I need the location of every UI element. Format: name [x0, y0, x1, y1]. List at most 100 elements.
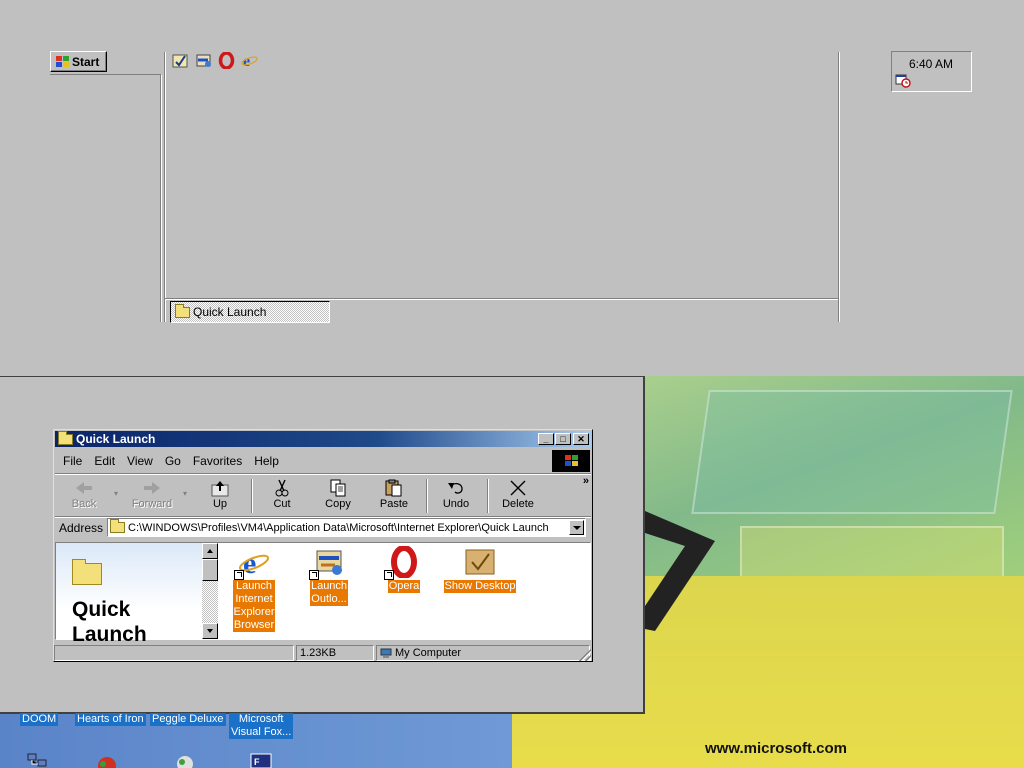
opera-icon[interactable] — [218, 51, 235, 70]
status-pane-info — [54, 645, 294, 661]
taskbar-separator — [839, 52, 840, 322]
file-label: Opera — [387, 580, 421, 593]
show-desktop-icon[interactable] — [172, 52, 189, 69]
desktop-icon-label: Hearts of Iron — [75, 713, 146, 726]
paste-icon — [383, 479, 405, 497]
task-button-label: Quick Launch — [193, 305, 267, 319]
window-title: Quick Launch — [76, 432, 156, 446]
close-button[interactable]: ✕ — [573, 433, 589, 445]
file-label-line: Launch — [235, 580, 273, 592]
up-label: Up — [212, 498, 228, 510]
taskbar-area: Start e Quick Launch 6:40 AM — [0, 0, 1024, 376]
game-icon[interactable] — [96, 752, 118, 768]
status-pane-size: 1.23KB — [296, 645, 374, 661]
status-bar: 1.23KB My Computer — [54, 644, 592, 662]
web-view-panel: Quick Launch — [56, 543, 202, 646]
folder-icon — [72, 559, 102, 585]
outlook-express-icon — [309, 546, 345, 580]
undo-label: Undo — [442, 498, 470, 510]
network-icon[interactable] — [26, 752, 48, 768]
visual-foxpro-icon[interactable]: F — [250, 752, 272, 768]
file-label: Show Desktop — [443, 580, 517, 593]
undo-icon — [445, 479, 467, 497]
scroll-up-button[interactable] — [202, 543, 218, 559]
scroll-down-button[interactable] — [202, 623, 218, 639]
show-desktop-icon — [464, 546, 496, 578]
web-view-title: Quick Launch — [72, 597, 147, 647]
delete-button[interactable]: Delete — [493, 477, 543, 513]
copy-button[interactable]: Copy — [313, 477, 363, 513]
copy-icon — [327, 479, 349, 497]
back-button[interactable]: Back — [59, 477, 109, 513]
file-label-line: Outlo... — [311, 593, 347, 605]
toolbar-divider — [426, 479, 427, 513]
toolbar-overflow-chevron-icon[interactable]: » — [583, 475, 589, 487]
menu-edit[interactable]: Edit — [88, 454, 121, 468]
folder-icon — [58, 430, 73, 445]
forward-arrow-icon — [141, 479, 163, 497]
forward-dropdown-icon[interactable]: ▾ — [183, 489, 187, 498]
address-dropdown-button[interactable] — [569, 520, 584, 535]
minimize-button[interactable]: _ — [538, 433, 554, 445]
address-value: C:\WINDOWS\Profiles\VM4\Application Data… — [128, 521, 549, 534]
windows-throbber-icon — [552, 450, 590, 472]
delete-label: Delete — [502, 498, 534, 510]
outlook-icon[interactable] — [195, 52, 212, 69]
file-item-outlook-express[interactable]: Launch Outlo... — [306, 546, 352, 606]
scissors-icon — [271, 479, 293, 497]
wallpaper-window-shape — [645, 511, 715, 631]
my-computer-icon — [380, 648, 392, 658]
status-pane-zone: My Computer — [376, 645, 590, 661]
desktop-icon-peggle-deluxe[interactable]: Peggle Deluxe — [150, 713, 226, 726]
menu-file[interactable]: File — [57, 454, 88, 468]
file-item-internet-explorer[interactable]: e Launch Internet Explorer Browser — [228, 546, 280, 632]
desktop-icon-doom[interactable]: DOOM — [20, 713, 59, 726]
back-dropdown-icon[interactable]: ▾ — [114, 489, 118, 498]
cut-button[interactable]: Cut — [257, 477, 307, 513]
delete-x-icon — [507, 479, 529, 497]
folder-icon — [175, 303, 190, 318]
menu-view[interactable]: View — [121, 454, 159, 468]
scroll-thumb[interactable] — [202, 559, 218, 581]
start-label: Start — [72, 54, 100, 69]
undo-button[interactable]: Undo — [431, 477, 481, 513]
scheduler-icon[interactable] — [895, 74, 911, 88]
quick-launch-toolbar: e — [172, 51, 258, 70]
desktop-icon-hearts-of-iron[interactable]: Hearts of Iron — [75, 713, 146, 726]
toolbar-divider — [487, 479, 488, 513]
forward-button[interactable]: Forward — [127, 477, 177, 513]
title-bar[interactable]: Quick Launch _ □ ✕ — [55, 430, 591, 447]
vertical-scrollbar[interactable] — [202, 543, 218, 639]
maximize-button[interactable]: □ — [555, 433, 571, 445]
toolbar-grip — [165, 52, 166, 322]
shortcut-arrow-icon — [234, 570, 244, 580]
address-bar: Address C:\WINDOWS\Profiles\VM4\Applicat… — [57, 517, 589, 539]
forward-label: Forward — [131, 498, 173, 510]
address-field[interactable]: C:\WINDOWS\Profiles\VM4\Application Data… — [107, 518, 586, 537]
up-button[interactable]: Up — [195, 477, 245, 513]
menu-favorites[interactable]: Favorites — [187, 454, 248, 468]
explorer-window: Quick Launch _ □ ✕ File Edit View Go Fav… — [53, 429, 593, 662]
file-label: Launch Outlo... — [309, 580, 349, 606]
wallpaper-url-text: www.microsoft.com — [705, 740, 847, 757]
menu-go[interactable]: Go — [159, 454, 187, 468]
file-label-line: Explorer — [233, 606, 275, 618]
clock[interactable]: 6:40 AM — [909, 57, 953, 71]
start-button[interactable]: Start — [50, 51, 107, 72]
file-item-show-desktop[interactable]: Show Desktop — [443, 546, 517, 593]
standard-toolbar: Back ▾ Forward ▾ Up Cut Copy Paste Undo — [57, 475, 589, 515]
menu-help[interactable]: Help — [248, 454, 285, 468]
menu-bar: File Edit View Go Favorites Help — [57, 451, 285, 471]
svg-text:F: F — [254, 757, 260, 767]
status-zone: My Computer — [395, 647, 462, 659]
up-folder-icon — [209, 479, 231, 497]
file-item-opera[interactable]: Opera — [384, 545, 422, 593]
resize-grip[interactable] — [579, 649, 591, 661]
desktop-icon-visual-foxpro[interactable]: Microsoft Visual Fox... — [229, 713, 294, 739]
task-button-quick-launch[interactable]: Quick Launch — [170, 301, 330, 323]
shortcut-arrow-icon — [384, 570, 394, 580]
peggle-icon[interactable] — [174, 752, 196, 768]
internet-explorer-icon[interactable]: e — [241, 52, 258, 70]
back-arrow-icon — [73, 479, 95, 497]
paste-button[interactable]: Paste — [369, 477, 419, 513]
